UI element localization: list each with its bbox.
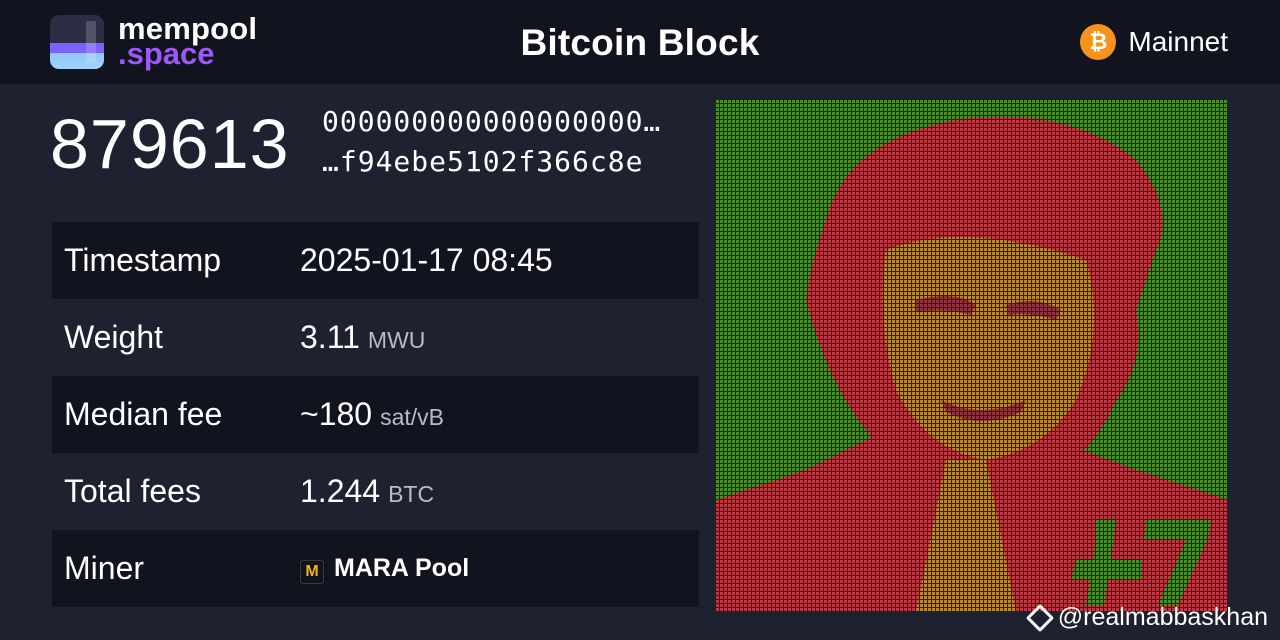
watermark-text: @realmabbaskhan <box>1057 603 1268 631</box>
miner-value: MARA Pool <box>334 553 470 582</box>
mara-pool-icon: M <box>300 559 324 584</box>
timestamp-label: Timestamp <box>64 242 222 278</box>
table-row-total-fees: Total fees 1.244 BTC <box>52 453 699 530</box>
network-selector[interactable]: ₿ Mainnet <box>1080 23 1228 61</box>
watermark: @realmabbaskhan <box>1025 603 1268 632</box>
transaction-grid-canvas <box>716 100 1228 612</box>
block-details-table: Timestamp 2025-01-17 08:45 Weight 3.11 M… <box>52 222 699 607</box>
total-fees-unit: BTC <box>388 481 435 507</box>
total-fees-label: Total fees <box>64 473 201 509</box>
total-fees-value: 1.244 <box>300 473 381 509</box>
binance-icon <box>1025 603 1054 632</box>
table-row-miner: Miner M MARA Pool <box>52 530 699 607</box>
timestamp-value: 2025-01-17 08:45 <box>300 242 553 278</box>
table-row-median-fee: Median fee ~180 sat/vB <box>52 376 699 453</box>
weight-label: Weight <box>64 319 164 355</box>
weight-unit: MWU <box>367 327 426 353</box>
block-hash[interactable]: 000000000000000000… …f94ebe5102f366c8e <box>322 102 702 182</box>
block-hash-suffix: …f94ebe5102f366c8e <box>322 145 644 178</box>
header: mempool .space Bitcoin Block ₿ Mainnet <box>0 0 1280 84</box>
median-fee-value: ~180 <box>300 396 373 432</box>
network-label: Mainnet <box>1128 26 1228 57</box>
median-fee-unit: sat/vB <box>380 404 444 430</box>
weight-value: 3.11 <box>300 319 360 355</box>
table-row-weight: Weight 3.11 MWU <box>52 299 699 376</box>
table-row-timestamp: Timestamp 2025-01-17 08:45 <box>52 222 699 299</box>
block-hash-prefix: 000000000000000000… <box>322 105 662 138</box>
median-fee-label: Median fee <box>64 396 223 432</box>
block-height: 879613 <box>50 105 290 183</box>
miner-label: Miner <box>64 550 145 586</box>
bitcoin-icon: ₿ <box>1080 24 1117 60</box>
block-transaction-grid[interactable] <box>716 100 1228 612</box>
miner-link[interactable]: M MARA Pool <box>300 554 469 584</box>
